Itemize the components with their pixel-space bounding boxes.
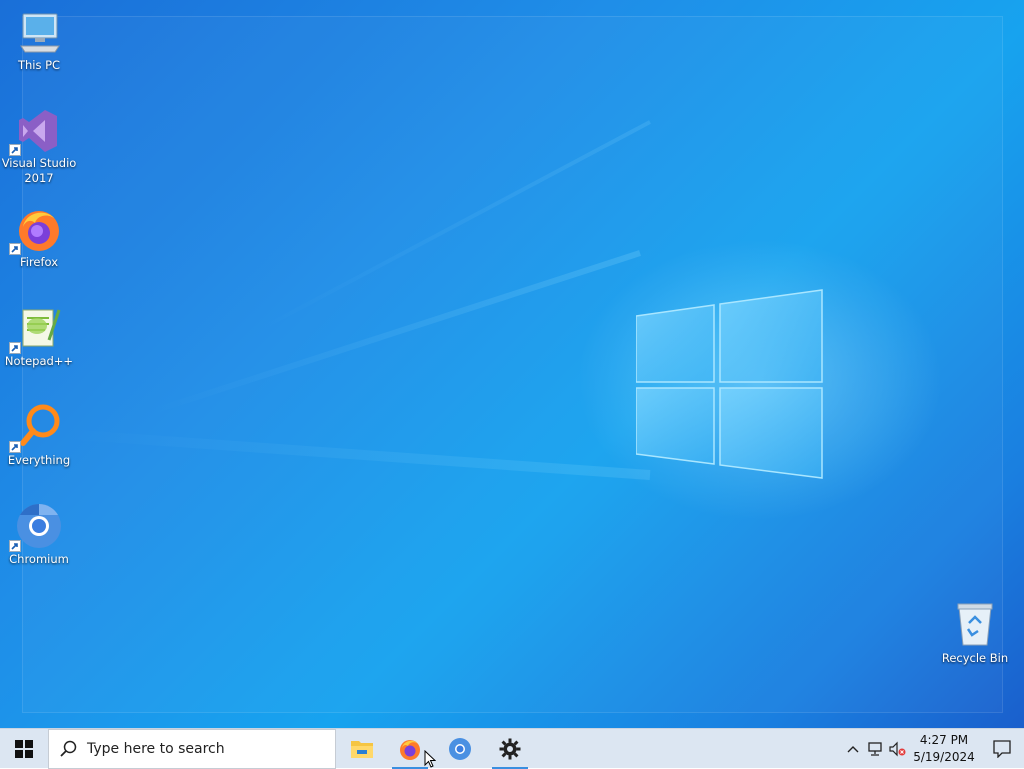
firefox-icon — [400, 740, 420, 760]
desktop-wallpaper: This PC Visual Studio 2017 Firefox Notep… — [0, 0, 1024, 728]
search-placeholder: Type here to search — [87, 741, 225, 757]
light-ray — [144, 250, 641, 417]
taskbar-clock[interactable]: 4:27 PM 5/19/2024 — [908, 732, 980, 766]
desktop-icon-chromium[interactable]: Chromium — [0, 502, 78, 567]
chromium-icon — [17, 504, 61, 548]
mouse-cursor-icon — [424, 750, 436, 768]
volume-muted-icon — [889, 741, 906, 757]
network-tray-button[interactable] — [864, 729, 886, 769]
desktop-icon-everything[interactable]: Everything — [0, 403, 78, 468]
desktop-icon-notepadpp[interactable]: Notepad++ — [0, 304, 78, 369]
icon-label: Visual Studio 2017 — [1, 156, 77, 185]
desktop-icon-visual-studio[interactable]: Visual Studio 2017 — [0, 106, 78, 186]
taskbar: Type here to search 4:27 PM 5/19/2024 — [0, 728, 1024, 769]
icon-label: Recycle Bin — [941, 651, 1009, 665]
this-pc-icon — [20, 13, 60, 53]
icon-label: Chromium — [9, 552, 69, 566]
recycle-bin-icon — [957, 603, 993, 646]
clock-date: 5/19/2024 — [913, 750, 975, 764]
volume-tray-button[interactable] — [886, 729, 908, 769]
everything-search-icon — [20, 404, 60, 446]
taskbar-settings[interactable] — [490, 729, 530, 769]
icon-label: Notepad++ — [4, 354, 74, 368]
icon-label: This PC — [17, 58, 61, 72]
taskbar-search-box[interactable]: Type here to search — [48, 729, 336, 769]
shortcut-arrow-icon — [9, 243, 21, 255]
file-explorer-icon — [351, 741, 373, 758]
notification-icon — [993, 740, 1011, 758]
light-ray — [251, 120, 651, 336]
shortcut-arrow-icon — [9, 342, 21, 354]
desktop-icon-recycle-bin[interactable]: Recycle Bin — [936, 601, 1014, 666]
icon-label: Everything — [7, 453, 71, 467]
settings-gear-icon — [499, 738, 521, 760]
chevron-up-icon — [847, 746, 859, 753]
windows-logo-wallpaper — [636, 289, 823, 479]
network-icon — [868, 742, 882, 756]
taskbar-file-explorer[interactable] — [342, 729, 382, 769]
shortcut-arrow-icon — [9, 540, 21, 552]
desktop-icon-this-pc[interactable]: This PC — [0, 8, 78, 73]
wallpaper-frame — [22, 16, 1003, 713]
chromium-icon — [449, 738, 471, 760]
clock-time: 4:27 PM — [919, 733, 969, 747]
shortcut-arrow-icon — [9, 144, 21, 156]
system-tray: 4:27 PM 5/19/2024 — [842, 729, 1024, 769]
light-ray — [61, 428, 651, 480]
windows-start-icon — [15, 740, 33, 758]
shortcut-arrow-icon — [9, 441, 21, 453]
search-icon — [59, 740, 77, 758]
firefox-icon — [19, 211, 59, 251]
action-center-button[interactable] — [980, 729, 1024, 769]
visual-studio-icon — [19, 110, 57, 152]
desktop-icon-firefox[interactable]: Firefox — [0, 205, 78, 270]
icon-label: Firefox — [19, 255, 59, 269]
notepadpp-icon — [22, 309, 61, 347]
start-button[interactable] — [0, 729, 48, 769]
show-hidden-icons-button[interactable] — [842, 729, 864, 769]
taskbar-chromium[interactable] — [440, 729, 480, 769]
